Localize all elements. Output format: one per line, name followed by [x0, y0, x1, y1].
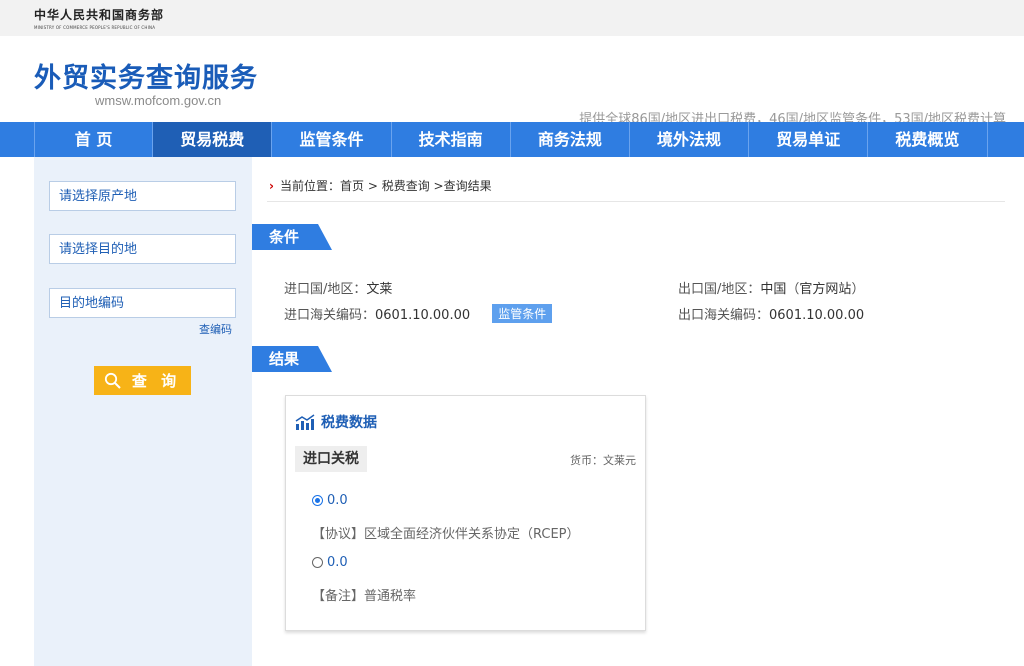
nav-item-trade-docs[interactable]: 贸易单证	[749, 122, 869, 157]
card-title-text: 税费数据	[321, 415, 377, 431]
breadcrumb-current: 查询结果	[443, 179, 492, 193]
card-title: 税费数据	[295, 412, 377, 432]
rate-value: 0.0	[327, 493, 348, 508]
breadcrumb-tax-query[interactable]: 税费查询	[382, 179, 430, 193]
nav-item-tech-guide[interactable]: 技术指南	[392, 122, 511, 157]
import-country-value: 文莱	[366, 282, 393, 297]
tax-type-tab[interactable]: 进口关税	[295, 446, 367, 472]
currency-label: 货币：文莱元	[570, 454, 636, 467]
destination-code-input[interactable]	[49, 288, 236, 318]
export-code-label: 出口海关编码：	[678, 308, 770, 323]
export-code: 出口海关编码：0601.10.00.00	[678, 304, 864, 323]
origin-select[interactable]	[49, 181, 236, 211]
rate-note: 【协议】区域全面经济伙伴关系协定（RCEP）	[312, 527, 580, 542]
query-button[interactable]: 查 询	[94, 366, 191, 395]
divider	[267, 201, 1005, 202]
rate-note: 【备注】普通税率	[312, 589, 417, 604]
export-country-value: 中国	[760, 282, 787, 297]
breadcrumb: › 当前位置：首页 > 税费查询 >查询结果	[269, 177, 492, 194]
query-sidebar: 查编码 查 询	[34, 157, 252, 666]
breadcrumb-sep: >	[433, 179, 444, 193]
conditions-section-label: 条件	[252, 224, 332, 250]
official-site-link[interactable]: 官方网站	[799, 282, 851, 297]
main-nav: 首 页 贸易税费 监管条件 技术指南 商务法规 境外法规 贸易单证 税费概览	[0, 122, 1024, 157]
results-section-label: 结果	[252, 346, 332, 372]
export-code-value: 0601.10.00.00	[769, 308, 865, 323]
rate-option[interactable]: 0.0	[312, 555, 348, 570]
breadcrumb-prefix: 当前位置：	[279, 179, 340, 193]
query-button-label: 查 询	[131, 373, 182, 390]
ministry-logo[interactable]: 中华人民共和国商务部 MINISTRY OF COMMERCE PEOPLE'S…	[34, 6, 164, 30]
nav-item-trade-tax[interactable]: 贸易税费	[153, 122, 273, 157]
ministry-name-cn: 中华人民共和国商务部	[34, 8, 165, 22]
destination-select[interactable]	[49, 234, 236, 264]
nav-item-commerce-law[interactable]: 商务法规	[511, 122, 630, 157]
lookup-code-link[interactable]: 查编码	[199, 321, 232, 337]
search-icon	[104, 372, 121, 389]
site-url: wmsw.mofcom.gov.cn	[95, 93, 222, 108]
main-content: › 当前位置：首页 > 税费查询 >查询结果 条件 进口国/地区：文莱 进口海关编…	[252, 157, 1024, 666]
nav-item-home[interactable]: 首 页	[34, 122, 154, 157]
site-title[interactable]: 外贸实务查询服务	[34, 56, 258, 95]
site-header: 外贸实务查询服务 wmsw.mofcom.gov.cn 提供全球86国/地区进出…	[0, 36, 1024, 127]
chevron-right-icon: ›	[269, 179, 274, 193]
nav-item-foreign-law[interactable]: 境外法规	[630, 122, 750, 157]
tax-data-card: 税费数据 进口关税 货币：文莱元 0.0 【协议】区域全面经济伙伴关系协定（RC…	[285, 395, 646, 631]
export-country-label: 出口国/地区：	[678, 282, 761, 297]
breadcrumb-sep: >	[367, 179, 378, 193]
rate-option[interactable]: 0.0	[312, 493, 348, 508]
chart-trend-icon	[295, 414, 315, 430]
rate-value: 0.0	[327, 555, 348, 570]
export-country: 出口国/地区：中国（官方网站）	[678, 282, 865, 297]
import-country: 进口国/地区：文莱	[284, 278, 392, 297]
breadcrumb-home[interactable]: 首页	[340, 179, 364, 193]
import-code-value: 0601.10.00.00	[375, 308, 471, 323]
regulation-badge[interactable]: 监管条件	[492, 304, 553, 323]
import-code-label: 进口海关编码：	[284, 308, 376, 323]
radio-unselected-icon[interactable]	[312, 557, 323, 568]
import-code: 进口海关编码：0601.10.00.00 监管条件	[284, 304, 553, 323]
radio-selected-icon[interactable]	[312, 495, 323, 506]
ministry-name-en: MINISTRY OF COMMERCE PEOPLE'S REPUBLIC O…	[34, 25, 156, 30]
nav-item-regulations[interactable]: 监管条件	[272, 122, 392, 157]
nav-item-tax-overview[interactable]: 税费概览	[868, 122, 988, 157]
import-country-label: 进口国/地区：	[284, 282, 367, 297]
top-bar: 中华人民共和国商务部 MINISTRY OF COMMERCE PEOPLE'S…	[0, 0, 1024, 36]
